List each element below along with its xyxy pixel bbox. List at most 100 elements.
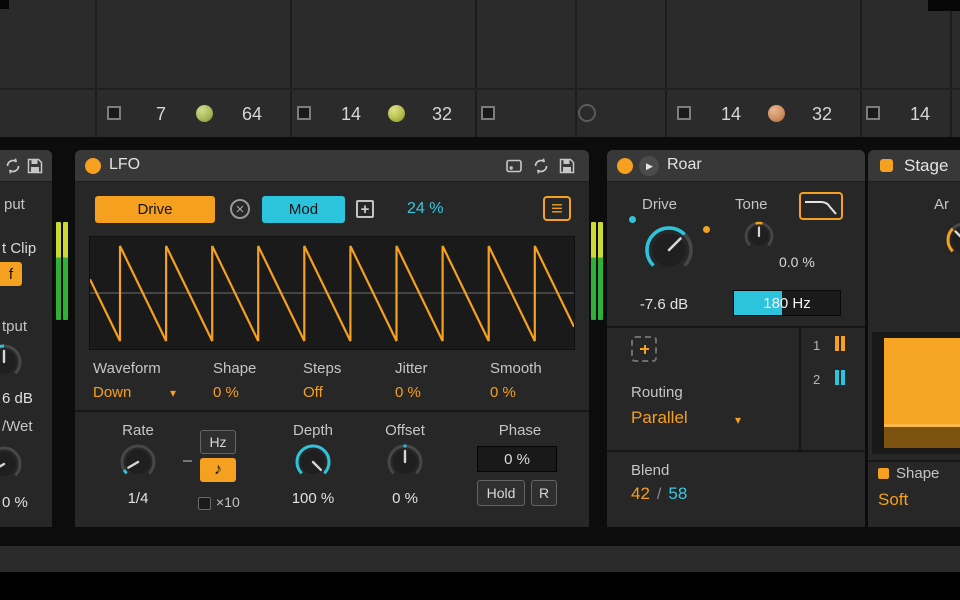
tone-knob[interactable] xyxy=(741,218,777,259)
menu-icon[interactable]: ≡ xyxy=(543,196,571,221)
bottom-black-band xyxy=(0,572,960,600)
lfo-titlebar[interactable]: LFO xyxy=(75,150,589,182)
save-icon[interactable] xyxy=(27,158,43,174)
status-bar xyxy=(0,546,960,572)
blend-label: Blend xyxy=(631,462,669,479)
clip-fragment xyxy=(0,0,9,9)
blend-separator: / xyxy=(657,486,661,504)
add-mapping-icon[interactable]: + xyxy=(356,200,374,218)
x10-checkbox[interactable] xyxy=(198,497,211,510)
tone-label: Tone xyxy=(735,196,768,213)
sync-link-tick xyxy=(183,460,192,462)
smooth-value[interactable]: 0 % xyxy=(490,384,516,401)
left-device-titlebar[interactable] xyxy=(0,150,52,182)
clip-count: 7 xyxy=(118,104,166,125)
section-divider xyxy=(868,460,960,462)
session-grid: 7 64 14 32 14 32 14 xyxy=(0,0,960,137)
device-on-toggle[interactable] xyxy=(880,159,893,172)
offset-knob[interactable] xyxy=(385,442,425,487)
level-meter xyxy=(56,222,61,320)
depth-knob[interactable] xyxy=(293,442,333,487)
steps-label: Steps xyxy=(303,360,341,377)
dry-wet-label: /Wet xyxy=(2,418,33,435)
sync-mode-button[interactable]: ♪ xyxy=(200,458,236,482)
depth-label: Depth xyxy=(283,422,343,439)
clip-stop-button[interactable] xyxy=(866,106,880,120)
steps-value[interactable]: Off xyxy=(303,384,323,401)
empty-clip-indicator xyxy=(578,104,596,122)
ableton-live-window: 7 64 14 32 14 32 14 put t Clip f tput xyxy=(0,0,960,600)
gain-knob[interactable] xyxy=(0,342,24,387)
rate-value[interactable]: 1/4 xyxy=(108,490,168,507)
blend-values: 42 / 58 xyxy=(631,484,687,504)
depth-value[interactable]: 100 % xyxy=(283,490,343,507)
phase-label: Phase xyxy=(480,422,560,439)
track-divider xyxy=(665,0,667,137)
jitter-value[interactable]: 0 % xyxy=(395,384,421,401)
preview-button[interactable]: ▶ xyxy=(639,156,659,176)
offset-value[interactable]: 0 % xyxy=(375,490,435,507)
track-divider xyxy=(950,0,952,137)
clip-count: 14 xyxy=(884,104,930,125)
off-button[interactable]: f xyxy=(0,262,22,286)
filter-freq-value: 180 Hz xyxy=(734,295,840,312)
gain-value[interactable]: 6 dB xyxy=(2,390,33,407)
shape-value[interactable]: 0 % xyxy=(213,384,239,401)
tone-value[interactable]: 0.0 % xyxy=(779,254,815,270)
chevron-down-icon[interactable]: ▾ xyxy=(170,386,176,400)
clip-stop-button[interactable] xyxy=(677,106,691,120)
retrigger-button[interactable]: R xyxy=(531,480,557,506)
save-icon[interactable] xyxy=(559,158,575,174)
clip-stop-button[interactable] xyxy=(481,106,495,120)
track-divider xyxy=(475,0,477,137)
stage-titlebar[interactable]: Stage xyxy=(868,150,960,182)
device-title: LFO xyxy=(109,156,140,174)
phase-value[interactable]: 0 % xyxy=(477,446,557,472)
clip-indicator xyxy=(196,105,213,122)
mod-amount-value[interactable]: 24 % xyxy=(407,200,443,218)
blend-a-value[interactable]: 42 xyxy=(631,484,650,504)
last-clip-label: t Clip xyxy=(2,240,36,257)
shaper-fill xyxy=(884,338,960,424)
chevron-down-icon[interactable]: ▾ xyxy=(735,413,741,427)
device-title: Roar xyxy=(667,156,702,174)
section-divider xyxy=(75,410,589,412)
lfo-device: LFO Drive × Mod + 24 % ≡ Waveform Shape … xyxy=(75,150,589,527)
routing-select[interactable]: Parallel xyxy=(631,408,688,428)
hot-swap-icon[interactable] xyxy=(4,157,22,175)
lowpass-curve-icon xyxy=(801,194,841,218)
clip-stop-button[interactable] xyxy=(297,106,311,120)
routing-label: Routing xyxy=(631,384,683,401)
filter-type-button[interactable] xyxy=(799,192,843,220)
amount-knob[interactable] xyxy=(942,218,960,267)
device-on-toggle[interactable] xyxy=(617,158,633,174)
shape-select[interactable]: Soft xyxy=(878,490,908,510)
dry-wet-value[interactable]: 0 % xyxy=(2,494,28,511)
hot-swap-icon[interactable] xyxy=(532,157,550,175)
stage-device: Stage Ar Shape Soft xyxy=(868,150,960,527)
rate-label: Rate xyxy=(108,422,168,439)
rate-knob[interactable] xyxy=(118,442,158,487)
roar-titlebar[interactable]: ▶ Roar xyxy=(607,150,865,182)
device-on-toggle[interactable] xyxy=(85,158,101,174)
drive-value[interactable]: -7.6 dB xyxy=(619,296,709,313)
drive-knob[interactable] xyxy=(641,222,697,283)
roar-device: ▶ Roar Drive -7.6 dB Tone 0.0 % 180 Hz R… xyxy=(607,150,865,527)
track-divider xyxy=(575,0,577,137)
shape-label: Shape xyxy=(213,360,256,377)
hz-mode-button[interactable]: Hz xyxy=(200,430,236,454)
blend-b-value[interactable]: 58 xyxy=(668,484,687,504)
dry-wet-knob[interactable] xyxy=(0,444,24,489)
amount-label: Ar xyxy=(934,196,949,213)
play-icon: ▶ xyxy=(645,162,653,171)
unmap-icon[interactable]: × xyxy=(230,199,250,219)
waveform-select[interactable]: Down xyxy=(93,384,131,401)
smooth-label: Smooth xyxy=(490,360,542,377)
mod-button[interactable]: Mod xyxy=(262,196,345,223)
row-divider xyxy=(0,88,960,90)
note-icon: ♪ xyxy=(214,462,222,478)
window-icon[interactable] xyxy=(505,157,523,175)
map-target-button[interactable]: Drive xyxy=(95,196,215,223)
filter-freq-slider[interactable]: 180 Hz xyxy=(733,290,841,316)
hold-button[interactable]: Hold xyxy=(477,480,525,506)
